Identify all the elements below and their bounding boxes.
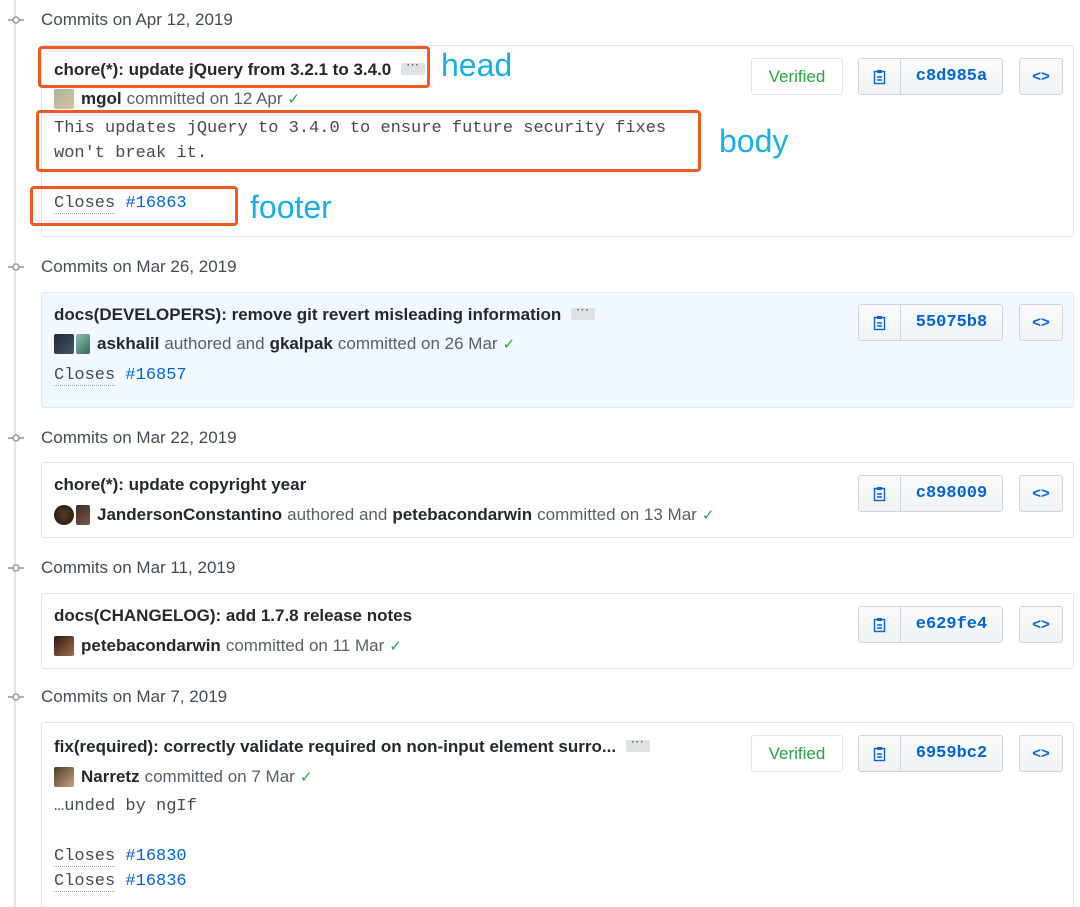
commit-sha-link[interactable]: c8d985a	[901, 59, 1002, 94]
check-icon[interactable]: ✓	[389, 637, 402, 655]
issue-link[interactable]: #16857	[125, 366, 186, 385]
commit-node-icon	[0, 12, 32, 28]
clipboard-icon[interactable]	[859, 736, 901, 771]
verified-badge[interactable]: Verified	[751, 735, 843, 772]
commit-group-header: Commits on Mar 22, 2019	[0, 423, 237, 453]
author-link[interactable]: askhalil	[97, 334, 159, 354]
code-brackets-icon[interactable]: <>	[1019, 475, 1063, 512]
commit-group-date: Commits on Apr 12, 2019	[41, 10, 233, 29]
code-brackets-icon[interactable]: <>	[1019, 606, 1063, 643]
expand-message-button[interactable]: ···	[571, 305, 596, 320]
code-brackets-icon[interactable]: <>	[1019, 735, 1063, 772]
commit-footer: Closes #16857	[54, 366, 187, 386]
commit-sha-link[interactable]: c898009	[901, 476, 1002, 511]
commit-meta: askhalil authored and gkalpak committed …	[54, 334, 515, 354]
commit-node-icon	[0, 689, 32, 705]
commit-node-icon	[0, 259, 32, 275]
avatar[interactable]	[54, 505, 90, 525]
commit-title-link[interactable]: chore(*): update copyright year	[54, 475, 306, 495]
commit-sha-link[interactable]: 55075b8	[901, 305, 1002, 340]
commit-action-text: committed on 13 Mar	[537, 505, 697, 524]
commit-group-date: Commits on Mar 7, 2019	[41, 687, 228, 706]
commit-group-date: Commits on Mar 26, 2019	[41, 257, 237, 276]
commit-sha-link[interactable]: 6959bc2	[901, 736, 1002, 771]
clipboard-icon[interactable]	[859, 59, 901, 94]
commit-body: …unded by ngIf	[54, 797, 197, 816]
committer-link[interactable]: petebacondarwin	[392, 505, 532, 525]
commit-action-text: committed on 12 Apr	[126, 89, 283, 108]
commit-title-link[interactable]: docs(CHANGELOG): add 1.7.8 release notes	[54, 606, 412, 626]
commit-meta: Narretz committed on 7 Mar ✓	[54, 767, 312, 787]
author-link[interactable]: JandersonConstantino	[97, 505, 282, 525]
footer-annotation-box	[30, 186, 238, 226]
commit-meta: JandersonConstantino authored and peteba…	[54, 505, 714, 525]
footer-annotation-label: footer	[250, 189, 332, 225]
commit-sha-group: 55075b8	[858, 304, 1003, 341]
commit-action-text: committed on 7 Mar	[144, 767, 295, 786]
commit-group-header: Commits on Mar 7, 2019	[0, 682, 227, 712]
commit-group-header: Commits on Mar 26, 2019	[0, 252, 237, 282]
commit-sha-group: c898009	[858, 475, 1003, 512]
commit-item: chore(*): update copyright year Janderso…	[41, 462, 1074, 538]
commit-group-date: Commits on Mar 11, 2019	[41, 558, 236, 577]
issue-link[interactable]: #16836	[125, 872, 186, 891]
clipboard-icon[interactable]	[859, 607, 901, 642]
check-icon[interactable]: ✓	[300, 768, 313, 786]
clipboard-icon[interactable]	[859, 476, 901, 511]
commit-item: docs(DEVELOPERS): remove git revert misl…	[41, 292, 1074, 408]
commit-node-icon	[0, 560, 32, 576]
commit-sha-link[interactable]: e629fe4	[901, 607, 1002, 642]
commit-node-icon	[0, 430, 32, 446]
avatar[interactable]	[54, 89, 74, 109]
commit-item: fix(required): correctly validate requir…	[41, 722, 1074, 907]
commit-meta: mgol committed on 12 Apr ✓	[54, 89, 300, 109]
issue-link[interactable]: #16830	[125, 847, 186, 866]
expand-message-button[interactable]: ···	[626, 737, 651, 752]
avatar[interactable]	[54, 767, 74, 787]
body-annotation-box	[36, 110, 701, 172]
check-icon[interactable]: ✓	[702, 506, 715, 524]
commit-item: docs(CHANGELOG): add 1.7.8 release notes…	[41, 593, 1074, 669]
verified-badge[interactable]: Verified	[751, 58, 843, 95]
commit-title-link[interactable]: docs(DEVELOPERS): remove git revert misl…	[54, 305, 596, 325]
timeline-line	[14, 0, 16, 907]
commit-group-header: Commits on Apr 12, 2019	[0, 5, 233, 35]
author-link[interactable]: mgol	[81, 89, 122, 109]
avatar[interactable]	[54, 334, 90, 354]
avatar[interactable]	[54, 636, 74, 656]
committer-link[interactable]: gkalpak	[270, 334, 333, 354]
check-icon[interactable]: ✓	[288, 90, 301, 108]
commit-group-header: Commits on Mar 11, 2019	[0, 553, 235, 583]
commit-action-text: committed on 26 Mar	[337, 334, 498, 353]
commit-meta: petebacondarwin committed on 11 Mar ✓	[54, 636, 402, 656]
commit-group-date: Commits on Mar 22, 2019	[41, 428, 237, 447]
commit-footer: Closes #16830 Closes #16836	[54, 847, 187, 892]
commit-sha-group: e629fe4	[858, 606, 1003, 643]
commit-sha-group: 6959bc2	[858, 735, 1003, 772]
commit-action-text: committed on 11 Mar	[225, 636, 385, 655]
clipboard-icon[interactable]	[859, 305, 901, 340]
commit-title-link[interactable]: fix(required): correctly validate requir…	[54, 737, 651, 757]
body-annotation-label: body	[719, 123, 789, 159]
code-brackets-icon[interactable]: <>	[1019, 58, 1063, 95]
author-link[interactable]: petebacondarwin	[81, 636, 221, 656]
commit-sha-group: c8d985a	[858, 58, 1003, 95]
head-annotation-label: head	[441, 47, 513, 83]
author-link[interactable]: Narretz	[81, 767, 140, 787]
head-annotation-box	[38, 46, 430, 88]
code-brackets-icon[interactable]: <>	[1019, 304, 1063, 341]
check-icon[interactable]: ✓	[503, 335, 516, 353]
